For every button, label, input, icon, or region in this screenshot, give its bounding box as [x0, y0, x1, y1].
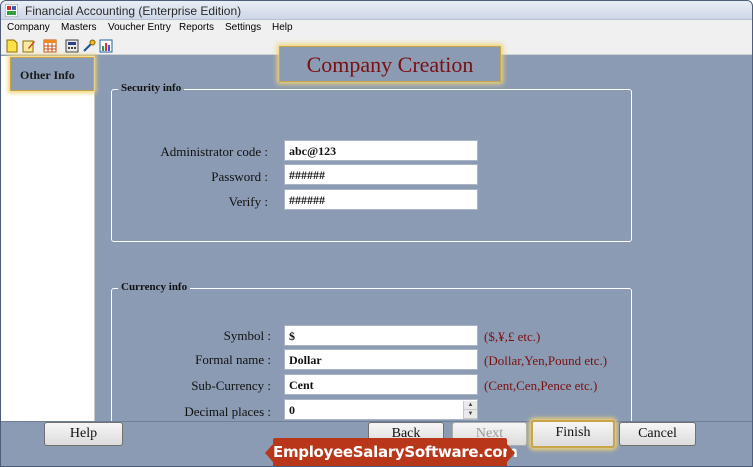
- brand-text: EmployeeSalarySoftware.com: [273, 443, 518, 461]
- stepper-down-icon[interactable]: ▼: [464, 410, 477, 419]
- brand-banner: EmployeeSalarySoftware.com: [265, 438, 518, 466]
- edit-icon[interactable]: [22, 39, 36, 53]
- calculator-icon[interactable]: [65, 39, 79, 53]
- menu-company[interactable]: Company: [7, 22, 50, 33]
- table-icon[interactable]: [43, 39, 57, 53]
- currency-info-title: Currency info: [118, 281, 191, 293]
- application-window: Financial Accounting (Enterprise Edition…: [0, 0, 753, 467]
- stepper-up-icon[interactable]: ▲: [464, 401, 477, 410]
- security-info-title: Security info: [118, 82, 185, 94]
- symbol-label: Symbol :: [223, 328, 271, 343]
- decimal-places-label: Decimal places :: [184, 404, 271, 419]
- tab-other-info-label: Other Info: [20, 68, 75, 82]
- app-icon: [5, 4, 18, 17]
- chart-icon[interactable]: [99, 39, 113, 53]
- finish-button[interactable]: Finish: [531, 420, 615, 448]
- administrator-code-input[interactable]: abc@123: [284, 140, 478, 161]
- sub-currency-label: Sub-Currency :: [191, 378, 271, 393]
- decimal-places-value: 0: [289, 403, 295, 417]
- sub-currency-hint: (Cent,Cen,Pence etc.): [484, 378, 598, 393]
- title-bar: Financial Accounting (Enterprise Edition…: [1, 1, 752, 20]
- password-input[interactable]: ######: [284, 164, 478, 185]
- menu-help[interactable]: Help: [272, 22, 293, 33]
- verify-password-input[interactable]: ######: [284, 189, 478, 210]
- window-title: Financial Accounting (Enterprise Edition…: [25, 4, 242, 18]
- cancel-button[interactable]: Cancel: [619, 422, 696, 446]
- decimal-places-input[interactable]: 0: [284, 399, 478, 420]
- tools-icon[interactable]: [82, 39, 96, 53]
- sub-currency-input[interactable]: Cent: [284, 374, 478, 395]
- formal-name-input[interactable]: Dollar: [284, 349, 478, 370]
- verify-label: Verify :: [228, 194, 268, 209]
- menu-bar: Company Masters Voucher Entry Reports Se…: [1, 20, 752, 37]
- formal-name-label: Formal name :: [195, 352, 271, 367]
- formal-name-hint: (Dollar,Yen,Pound etc.): [484, 353, 608, 368]
- administrator-code-label: Administrator code :: [160, 144, 268, 159]
- symbol-input[interactable]: $: [284, 325, 478, 346]
- tab-other-info[interactable]: Other Info: [10, 57, 94, 91]
- new-icon[interactable]: [5, 39, 19, 53]
- symbol-hint: ($,¥,£ etc.): [484, 329, 541, 344]
- menu-settings[interactable]: Settings: [225, 22, 261, 33]
- help-button[interactable]: Help: [44, 422, 123, 446]
- menu-reports[interactable]: Reports: [179, 22, 214, 33]
- password-label: Password :: [211, 169, 268, 184]
- menu-masters[interactable]: Masters: [61, 22, 97, 33]
- page-title: Company Creation: [279, 46, 501, 82]
- page-title-text: Company Creation: [306, 52, 474, 77]
- menu-voucher-entry[interactable]: Voucher Entry: [108, 22, 171, 33]
- decimal-places-stepper[interactable]: ▲ ▼: [463, 401, 477, 419]
